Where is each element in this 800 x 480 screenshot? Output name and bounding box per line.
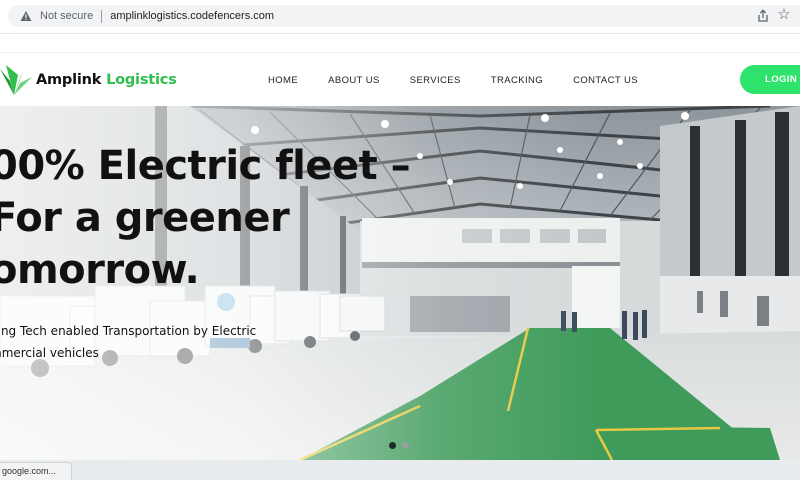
site-header: Amplink Logistics HOME ABOUT US SERVICES… bbox=[0, 52, 800, 106]
address-bar[interactable]: Not secure amplinklogistics.codefencers.… bbox=[8, 5, 800, 27]
nav-item-contact-us[interactable]: CONTACT US bbox=[573, 75, 638, 86]
page-bottom-strip bbox=[0, 460, 800, 480]
hero-subtitle: ding Tech enabled Transportation by Elec… bbox=[0, 320, 256, 364]
hero-title-line-1: 00% Electric fleet – bbox=[0, 143, 411, 189]
login-button[interactable]: LOGIN bbox=[740, 65, 800, 94]
nav-item-home[interactable]: HOME bbox=[268, 75, 298, 86]
star-icon[interactable]: ☆ bbox=[776, 7, 792, 23]
url-divider bbox=[101, 9, 103, 23]
hero-title: 00% Electric fleet – For a greener omorr… bbox=[0, 140, 411, 296]
slider-dots bbox=[389, 442, 415, 449]
hero-subtitle-line-2: mmercial vehicles bbox=[0, 346, 99, 360]
status-bar-url: google.com... bbox=[0, 462, 72, 480]
hero-title-line-3: omorrow. bbox=[0, 247, 200, 293]
hero-title-line-2: For a greener bbox=[0, 195, 290, 241]
nav-item-about-us[interactable]: ABOUT US bbox=[328, 75, 380, 86]
security-label[interactable]: Not secure bbox=[40, 10, 93, 22]
hero-subtitle-line-1: ding Tech enabled Transportation by Elec… bbox=[0, 324, 257, 338]
logo-word-logistics: Logistics bbox=[106, 72, 177, 88]
slider-dot-1[interactable] bbox=[389, 442, 396, 449]
nav-item-services[interactable]: SERVICES bbox=[410, 75, 461, 86]
logo[interactable]: Amplink Logistics bbox=[0, 61, 177, 99]
url-text[interactable]: amplinklogistics.codefencers.com bbox=[110, 10, 274, 22]
share-icon[interactable] bbox=[756, 9, 770, 23]
hero-slider: 00% Electric fleet – For a greener omorr… bbox=[0, 106, 800, 460]
slider-dot-2[interactable] bbox=[402, 442, 409, 449]
browser-toolbar: Not secure amplinklogistics.codefencers.… bbox=[0, 0, 800, 34]
main-nav: HOME ABOUT US SERVICES TRACKING CONTACT … bbox=[268, 53, 668, 107]
logo-text: Amplink Logistics bbox=[36, 72, 177, 88]
warning-triangle-icon[interactable] bbox=[20, 10, 32, 22]
amplink-logo-icon bbox=[0, 65, 32, 95]
page: Not secure amplinklogistics.codefencers.… bbox=[0, 0, 800, 480]
logo-word-amplink: Amplink bbox=[36, 72, 102, 88]
nav-item-tracking[interactable]: TRACKING bbox=[491, 75, 543, 86]
